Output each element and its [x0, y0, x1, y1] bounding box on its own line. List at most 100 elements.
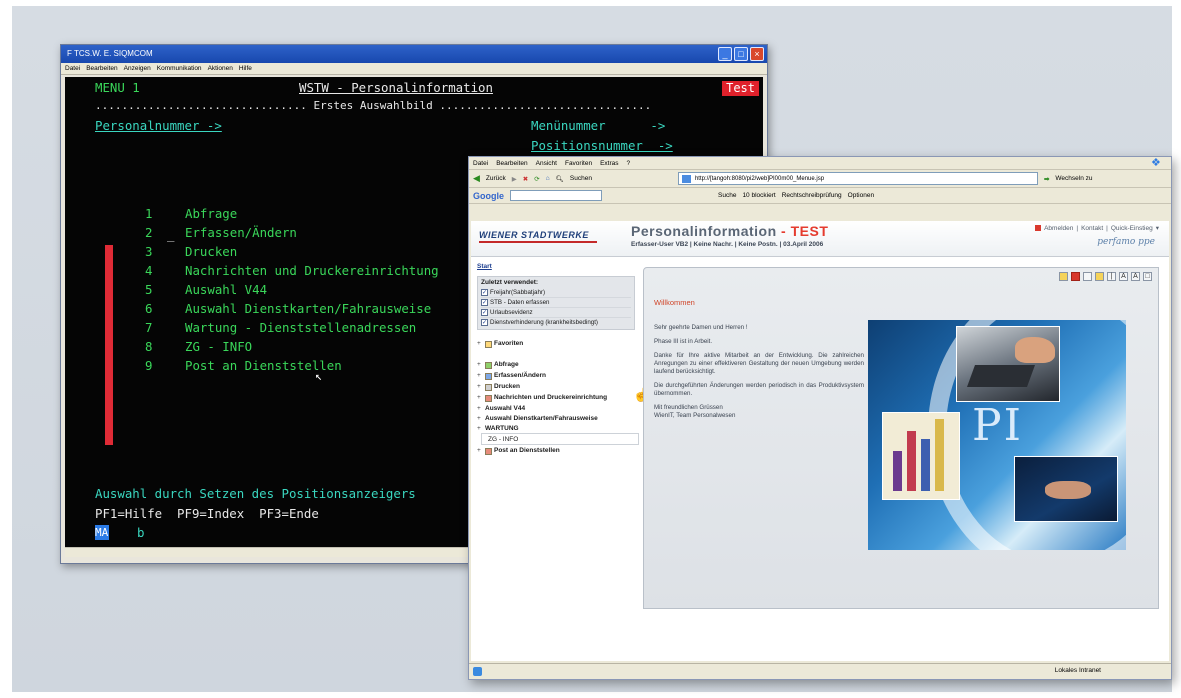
home-icon[interactable]: ⌂: [546, 175, 550, 182]
personalnummer-label[interactable]: Personalnummer ->: [95, 119, 222, 133]
options-button[interactable]: Optionen: [848, 192, 874, 199]
nav-item-drucken[interactable]: + Drucken: [477, 381, 639, 392]
pi-collage-image: PI: [868, 320, 1126, 550]
window-icon[interactable]: □: [1143, 272, 1152, 281]
font-smaller-icon[interactable]: A: [1131, 272, 1140, 281]
pf-keys: PF1=Hilfe PF9=Index PF3=Ende: [95, 506, 319, 521]
selection-bar: [105, 245, 113, 445]
nav-item-zg-info[interactable]: ZG - INFO: [481, 433, 639, 445]
page-header: WIENER STADTWERKE Personalinformation - …: [471, 221, 1169, 257]
menu-extras[interactable]: Extras: [600, 157, 618, 169]
browser-toolbar: ◀ Zurück ▶ ✖ ⟳ ⌂ 🔍︎ Suchen http://[tango…: [469, 170, 1171, 188]
thanks-paragraph: Danke für Ihre aktive Mitarbeit an der E…: [654, 352, 864, 375]
check-icon: ✓: [481, 319, 488, 326]
logout-link[interactable]: Abmelden: [1044, 225, 1073, 232]
recent-item[interactable]: ✓ Dienstverhinderung (krankheitsbedingt): [481, 318, 631, 327]
menu-datei[interactable]: Datei: [473, 157, 488, 169]
spellcheck-button[interactable]: Rechtschreibprüfung: [782, 192, 842, 199]
menu-anzeigen[interactable]: Anzeigen: [124, 63, 151, 74]
check-icon: ✓: [481, 299, 488, 306]
item-num: 7: [145, 320, 153, 335]
page-favicon: [681, 175, 691, 183]
terminal-titlebar[interactable]: F TCS.W. E. SIQMCOM _ □ ×: [61, 45, 767, 63]
check-icon: ✓: [481, 309, 488, 316]
menu-item-dienstkarten[interactable]: Auswahl Dienstkarten/Fahrausweise: [185, 302, 431, 316]
menu-item-zg-info[interactable]: ZG - INFO: [185, 340, 252, 354]
quick-entry-icon[interactable]: ▾: [1156, 224, 1159, 232]
nav-item-favoriten[interactable]: + Favoriten: [477, 338, 639, 349]
menuenummer-label[interactable]: Menünummer ->: [531, 119, 665, 133]
menu-item-drucken[interactable]: Drucken: [185, 245, 237, 259]
nav-item-post[interactable]: + Post an Dienststellen: [477, 445, 639, 456]
go-button[interactable]: Wechseln zu: [1055, 175, 1092, 182]
quick-entry-link[interactable]: Quick-Einstieg: [1111, 225, 1153, 232]
menu-datei[interactable]: Datei: [65, 63, 80, 74]
recent-item[interactable]: ✓ Urlaubsevidenz: [481, 308, 631, 318]
print-icon[interactable]: [1083, 272, 1092, 281]
item-num: 4: [145, 263, 153, 278]
command-input[interactable]: b: [137, 526, 144, 540]
menu-aktionen[interactable]: Aktionen: [208, 63, 233, 74]
brand-underline: [479, 241, 597, 243]
font-larger-icon[interactable]: A: [1119, 272, 1128, 281]
popup-blocker-button[interactable]: 10 blockiert: [742, 192, 775, 199]
google-search-input[interactable]: [510, 190, 602, 201]
zone-label: Lokales Intranet: [1054, 667, 1101, 674]
back-arrow-icon[interactable]: ◀: [473, 173, 480, 184]
menu-help[interactable]: ?: [627, 157, 631, 169]
menu-item-erfassen[interactable]: Erfassen/Ändern: [185, 226, 297, 240]
back-button[interactable]: Zurück: [486, 175, 506, 182]
menu-item-abfrage[interactable]: Abfrage: [185, 207, 237, 221]
nav-item-dienstkarten[interactable]: + Auswahl Dienstkarten/Fahrausweise: [477, 413, 639, 423]
printer-icon: [485, 383, 492, 391]
user-status-line: Erfasser-User VB2 | Keine Nachr. | Keine…: [631, 241, 824, 248]
greeting: Sehr geehrte Damen und Herren !: [654, 324, 748, 331]
nav-item-wartung[interactable]: + WARTUNG: [477, 423, 639, 433]
menu-bearbeiten[interactable]: Bearbeiten: [496, 157, 527, 169]
mail-icon: [485, 447, 492, 455]
recent-item[interactable]: ✓ STB - Daten erfassen: [481, 298, 631, 308]
menu-ansicht[interactable]: Ansicht: [536, 157, 557, 169]
search-button[interactable]: Suchen: [570, 175, 592, 182]
mouse-pointer-icon: ↖: [315, 369, 323, 383]
nav-item-nachrichten[interactable]: + Nachrichten und Druckereinrichtung: [477, 392, 639, 403]
menu-hilfe[interactable]: Hilfe: [239, 63, 252, 74]
menu-item-auswahl-v44[interactable]: Auswahl V44: [185, 283, 267, 297]
close-button[interactable]: ×: [750, 47, 764, 61]
nav-item-erfassen[interactable]: + Erfassen/Ändern: [477, 370, 639, 381]
menu-bearbeiten[interactable]: Bearbeiten: [86, 63, 117, 74]
minimize-button[interactable]: _: [718, 47, 732, 61]
menu-item-wartung[interactable]: Wartung - Dienststellenadressen: [185, 321, 416, 335]
stop-icon[interactable]: ✖: [523, 175, 528, 183]
main-panel: | A A □ Willkommen Sehr geehrte Damen un…: [643, 267, 1159, 609]
menu-favoriten[interactable]: Favoriten: [565, 157, 592, 169]
recent-item[interactable]: ✓ Freijahr(Sabbatjahr): [481, 288, 631, 298]
start-link[interactable]: Start: [477, 261, 639, 273]
item-num: 1: [145, 206, 153, 221]
refresh-icon[interactable]: ⟳: [534, 175, 539, 183]
ie-icon: [473, 667, 482, 676]
positionsnummer-label[interactable]: Positionsnummer ->: [531, 139, 673, 153]
menu-kommunikation[interactable]: Kommunikation: [157, 63, 202, 74]
nav-item-abfrage[interactable]: + Abfrage: [477, 359, 639, 370]
address-bar[interactable]: http://[tangoh:8080/pi2/web]PI00m00_Menu…: [677, 172, 1038, 185]
note-icon[interactable]: [1095, 272, 1104, 281]
forward-arrow-icon[interactable]: ▶: [512, 175, 517, 183]
search-icon[interactable]: 🔍︎: [556, 175, 564, 183]
screen-subtitle: ................................ Erstes …: [95, 99, 652, 112]
menu-item-nachrichten[interactable]: Nachrichten und Druckereinrichtung: [185, 264, 439, 278]
brand-logo[interactable]: WIENER STADTWERKE: [479, 230, 589, 240]
signature-logo: perfamo ppe: [1097, 237, 1155, 247]
help-icon[interactable]: [1071, 272, 1080, 281]
keyboard-photo: [956, 326, 1060, 402]
item-num: 5: [145, 282, 153, 297]
go-arrow-icon[interactable]: ➡: [1044, 175, 1049, 183]
contact-link[interactable]: Kontakt: [1081, 225, 1103, 232]
google-search-button[interactable]: Suche: [718, 192, 736, 199]
maximize-button[interactable]: □: [734, 47, 748, 61]
lightbulb-icon[interactable]: [1059, 272, 1068, 281]
nav-item-auswahl-v44[interactable]: + Auswahl V44: [477, 403, 639, 413]
google-toolbar: Google Suche 10 blockiert Rechtschreibpr…: [469, 188, 1171, 204]
panel-toolbar: | A A □: [1059, 272, 1152, 281]
check-icon: ✓: [481, 289, 488, 296]
